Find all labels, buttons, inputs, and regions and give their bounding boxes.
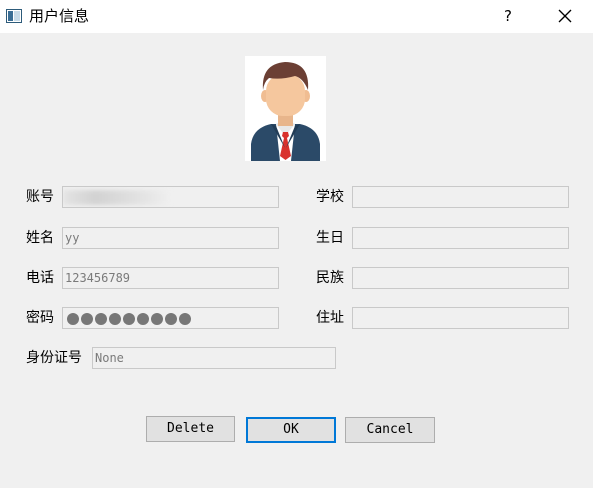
app-window-icon: [6, 9, 22, 23]
phone-field[interactable]: 123456789: [62, 267, 279, 289]
ok-button[interactable]: OK: [246, 417, 336, 443]
password-label: 密码: [26, 310, 54, 326]
cancel-button[interactable]: Cancel: [345, 417, 435, 443]
password-mask-dot: [179, 313, 191, 325]
password-mask-dot: [67, 313, 79, 325]
redacted-account-value: [63, 190, 171, 205]
name-field[interactable]: yy: [62, 227, 279, 249]
password-mask-dot: [123, 313, 135, 325]
id-number-field[interactable]: None: [92, 347, 336, 369]
password-mask-dot: [81, 313, 93, 325]
close-icon: [558, 9, 572, 23]
user-avatar: [245, 56, 326, 161]
password-mask-dot: [109, 313, 121, 325]
address-label: 住址: [316, 310, 344, 326]
account-field[interactable]: [62, 186, 279, 208]
account-label: 账号: [26, 189, 54, 205]
school-label: 学校: [316, 189, 344, 205]
password-mask-dot: [95, 313, 107, 325]
ethnicity-label: 民族: [316, 270, 344, 286]
address-field[interactable]: [352, 307, 569, 329]
birthday-field[interactable]: [352, 227, 569, 249]
user-avatar-icon: [251, 62, 320, 161]
password-mask-dot: [165, 313, 177, 325]
help-button[interactable]: ?: [495, 4, 521, 28]
password-mask-dot: [151, 313, 163, 325]
school-field[interactable]: [352, 186, 569, 208]
close-button[interactable]: [549, 4, 579, 28]
ethnicity-field[interactable]: [352, 267, 569, 289]
window-title: 用户信息: [29, 7, 90, 25]
delete-button[interactable]: Delete: [146, 416, 235, 442]
password-field[interactable]: [62, 307, 279, 329]
birthday-label: 生日: [316, 230, 344, 246]
title-bar: 用户信息 ?: [0, 0, 593, 33]
phone-label: 电话: [26, 270, 54, 286]
password-mask-dot: [137, 313, 149, 325]
name-label: 姓名: [26, 230, 54, 246]
id-number-label: 身份证号: [26, 350, 82, 366]
password-mask: [67, 312, 191, 326]
